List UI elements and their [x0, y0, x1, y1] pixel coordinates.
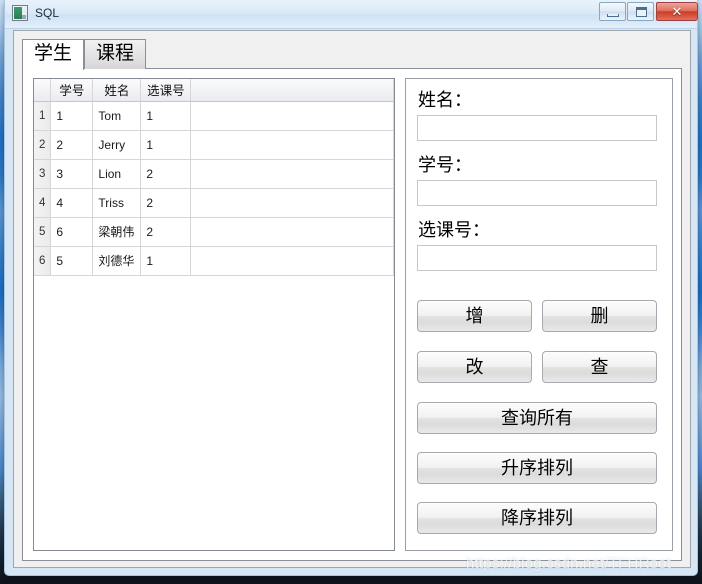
table-row[interactable]: 4 4 Triss 2: [34, 188, 394, 218]
maximize-button[interactable]: [627, 2, 654, 21]
row-number: 6: [34, 246, 52, 276]
column-header-student-id[interactable]: 学号: [50, 79, 94, 102]
cell-course-id[interactable]: 1: [140, 101, 192, 131]
cell-course-id[interactable]: 1: [140, 130, 192, 160]
label-course-id: 选课号：: [418, 220, 490, 240]
cell-student-id[interactable]: 2: [50, 130, 94, 160]
sort-ascending-button[interactable]: 升序排列: [417, 452, 657, 484]
table-row[interactable]: 1 1 Tom 1: [34, 101, 394, 131]
cell-name[interactable]: Lion: [92, 159, 142, 189]
row-number: 4: [34, 188, 52, 218]
row-number: 3: [34, 159, 52, 189]
cell-filler: [190, 101, 394, 131]
cell-student-id[interactable]: 3: [50, 159, 94, 189]
titlebar[interactable]: SQL ✕: [5, 0, 699, 28]
input-student-id[interactable]: [417, 180, 657, 206]
cell-filler: [190, 188, 394, 218]
tab-page-student: 学号 姓名 选课号 1 1 Tom 1 2 2 Jerry 1 3 3 Lion…: [22, 68, 682, 561]
cell-course-id[interactable]: 1: [140, 246, 192, 276]
table-header-row: 学号 姓名 选课号: [34, 79, 394, 102]
app-icon: [12, 5, 28, 21]
application-window: SQL ✕ 学生 课程 学号 姓名 选课号 1 1 Tom 1 2 2 Jerr…: [4, 0, 698, 576]
query-all-button[interactable]: 查询所有: [417, 402, 657, 434]
cell-name[interactable]: Triss: [92, 188, 142, 218]
cell-name[interactable]: 刘德华: [92, 246, 142, 276]
cell-course-id[interactable]: 2: [140, 188, 192, 218]
client-area: 学生 课程 学号 姓名 选课号 1 1 Tom 1 2 2 Jerry 1 3 …: [13, 30, 691, 568]
cell-student-id[interactable]: 6: [50, 217, 94, 247]
tab-student[interactable]: 学生: [22, 39, 84, 70]
window-title: SQL: [35, 6, 60, 20]
table-row[interactable]: 6 5 刘德华 1: [34, 246, 394, 276]
column-header-filler: [190, 79, 394, 102]
input-name[interactable]: [417, 115, 657, 141]
delete-button[interactable]: 删: [542, 300, 657, 332]
form-panel: 姓名： 学号： 选课号： 增 删 改 查 查询所有 升序排列 降序排列: [405, 78, 673, 551]
table-empty-area: [34, 275, 394, 276]
cell-student-id[interactable]: 5: [50, 246, 94, 276]
table-row[interactable]: 3 3 Lion 2: [34, 159, 394, 189]
close-icon: ✕: [671, 4, 683, 19]
row-number: 2: [34, 130, 52, 160]
tab-strip: 学生 课程: [22, 39, 682, 70]
student-table-panel[interactable]: 学号 姓名 选课号 1 1 Tom 1 2 2 Jerry 1 3 3 Lion…: [33, 78, 395, 551]
add-button[interactable]: 增: [417, 300, 532, 332]
cell-filler: [190, 130, 394, 160]
row-number: 1: [34, 101, 52, 131]
table-row[interactable]: 5 6 梁朝伟 2: [34, 217, 394, 247]
row-number-filler: [34, 275, 52, 276]
row-number: 5: [34, 217, 52, 247]
table-row[interactable]: 2 2 Jerry 1: [34, 130, 394, 160]
cell-name[interactable]: Tom: [92, 101, 142, 131]
student-table: 学号 姓名 选课号 1 1 Tom 1 2 2 Jerry 1 3 3 Lion…: [34, 79, 394, 276]
tab-course[interactable]: 课程: [84, 39, 146, 69]
maximize-icon: [636, 7, 647, 17]
cell-name[interactable]: 梁朝伟: [92, 217, 142, 247]
close-button[interactable]: ✕: [656, 2, 698, 21]
label-student-id: 学号：: [418, 155, 472, 175]
cell-filler: [190, 246, 394, 276]
sort-descending-button[interactable]: 降序排列: [417, 502, 657, 534]
column-header-rownum: [34, 79, 52, 102]
search-button[interactable]: 查: [542, 351, 657, 383]
minimize-button[interactable]: [599, 2, 626, 21]
cell-course-id[interactable]: 2: [140, 217, 192, 247]
column-header-course-id[interactable]: 选课号: [140, 79, 192, 102]
update-button[interactable]: 改: [417, 351, 532, 383]
table-body: 1 1 Tom 1 2 2 Jerry 1 3 3 Lion 2 4 4 Tri…: [34, 101, 394, 276]
empty-cells: [51, 275, 394, 276]
cell-filler: [190, 217, 394, 247]
column-header-name[interactable]: 姓名: [92, 79, 142, 102]
cell-name[interactable]: Jerry: [92, 130, 142, 160]
cell-student-id[interactable]: 1: [50, 101, 94, 131]
minimize-icon: [607, 14, 619, 17]
label-name: 姓名：: [418, 90, 472, 110]
input-course-id[interactable]: [417, 245, 657, 271]
cell-filler: [190, 159, 394, 189]
cell-course-id[interactable]: 2: [140, 159, 192, 189]
cell-student-id[interactable]: 4: [50, 188, 94, 218]
